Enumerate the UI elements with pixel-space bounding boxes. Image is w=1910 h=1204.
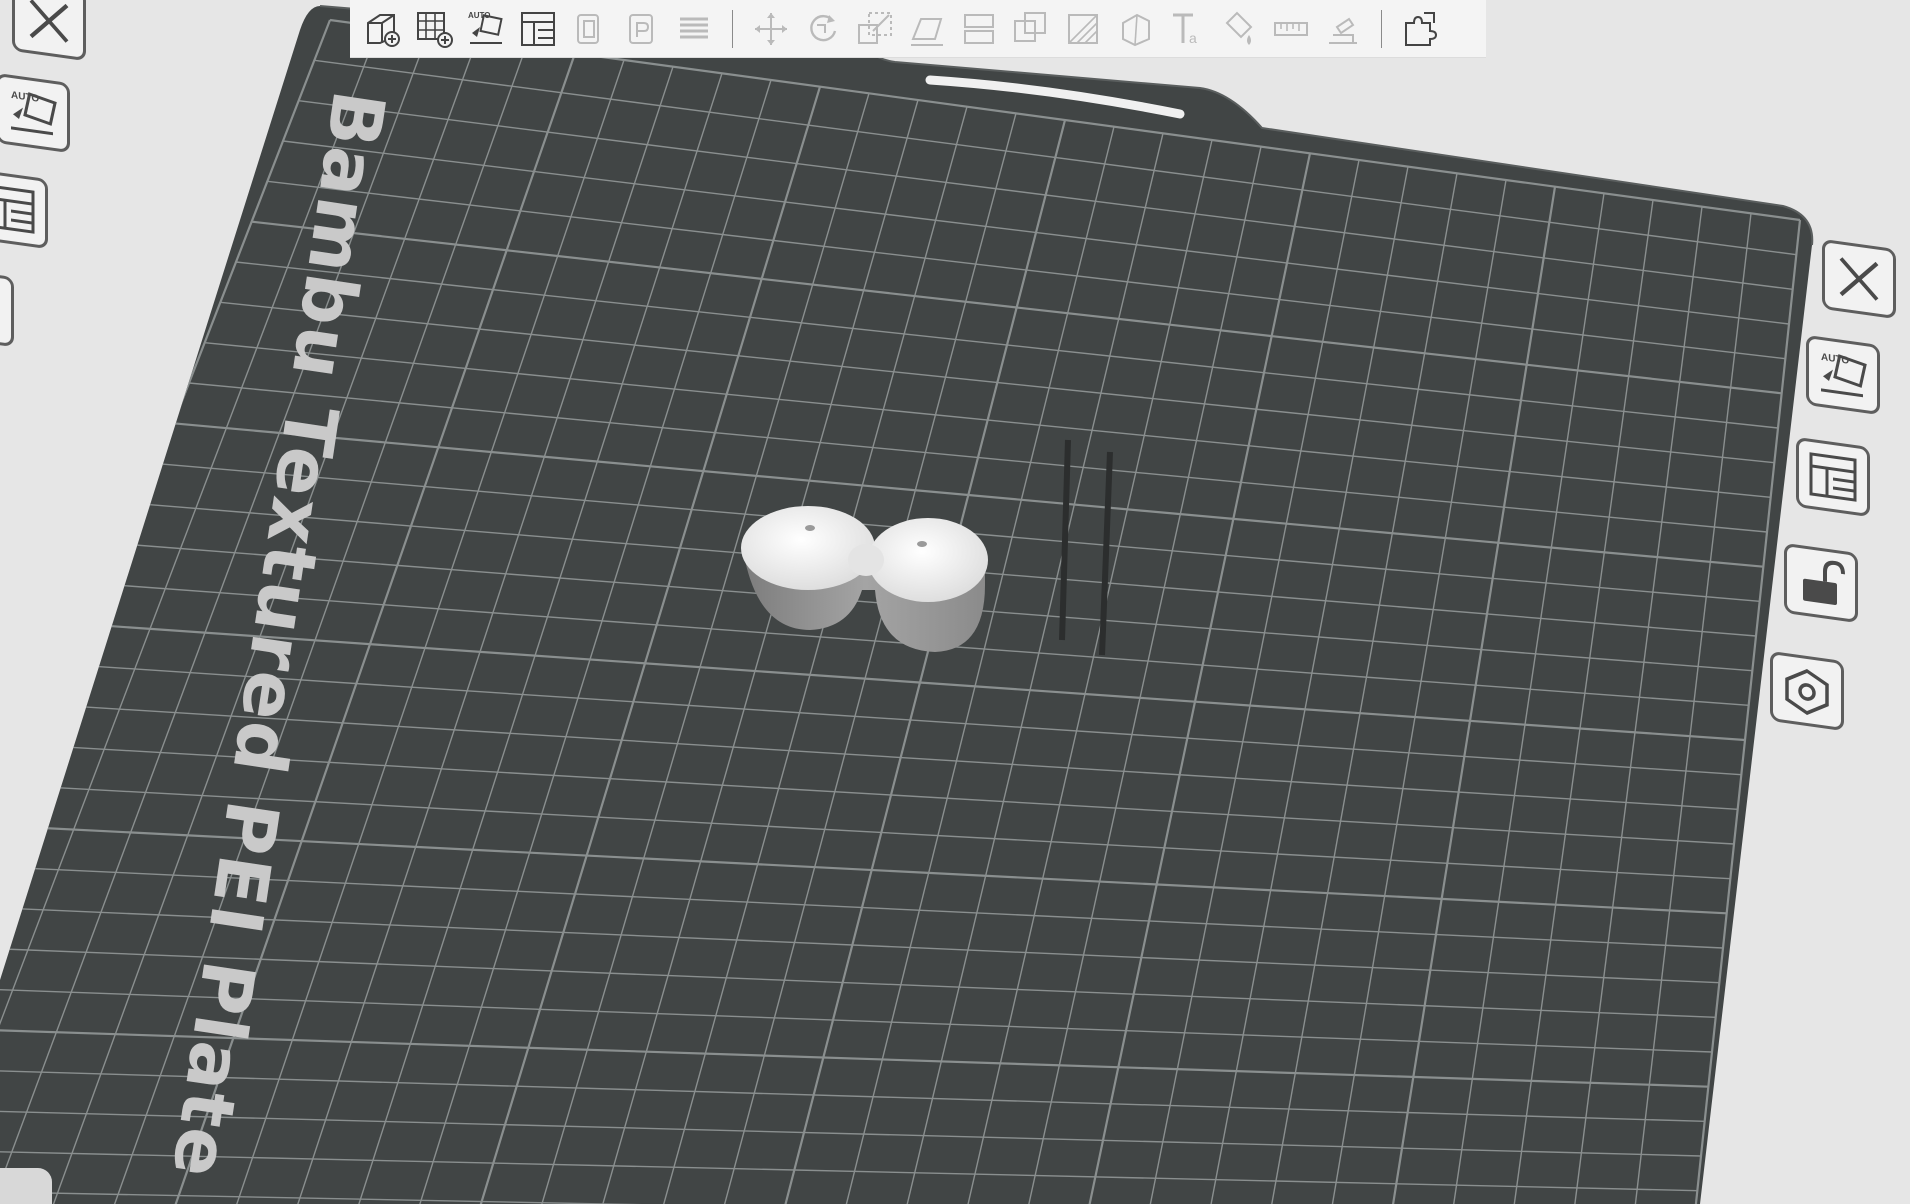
text-button[interactable]: a [1165,7,1209,51]
3d-viewport[interactable]: Bambu Textured PEI Plate AUTO a AUTO AUT… [0,0,1910,1204]
text-icon: a [1173,13,1197,46]
explode-button[interactable] [1398,7,1442,51]
cut-button[interactable] [957,7,1001,51]
auto-arrange-icon: AUTO [11,90,57,136]
lay-on-face-icon [911,17,943,46]
corner-panel-tab[interactable] [0,1168,52,1204]
add-cube-button[interactable] [360,7,404,51]
unlock-icon [1803,560,1845,605]
toolbar-separator [1381,9,1382,48]
layers-button[interactable] [672,7,716,51]
arrange-layout-button[interactable] [1796,436,1870,518]
arrange-layout-icon [1809,452,1857,502]
close-icon [29,0,69,43]
paste-icon [629,13,653,44]
auto-arrange-icon: AUTO [1821,352,1867,398]
seam-paint-button[interactable] [1113,7,1157,51]
top-toolbar: AUTO a [350,0,1486,58]
add-cube-icon [367,13,400,47]
paste-button[interactable] [620,7,664,51]
cut-icon [964,13,994,44]
close-icon [1839,257,1879,301]
lock-plate-button[interactable] [1784,542,1858,624]
color-paint-icon [1225,11,1253,45]
support-paint-button[interactable] [1061,7,1105,51]
arrange-layout-icon [0,184,35,234]
copy-icon [577,13,599,44]
svg-text:a: a [1189,30,1197,46]
move-button[interactable] [749,7,793,51]
arrange-button[interactable] [516,7,560,51]
rotate-icon [810,14,837,41]
auto-arrange-plate-button[interactable]: AUTO [1806,334,1880,416]
auto-arrange-plate-button-left[interactable]: AUTO [0,72,70,154]
color-paint-button[interactable] [1217,7,1261,51]
plate-settings-button[interactable] [1770,650,1844,732]
add-plate-icon [417,11,453,48]
move-icon [755,12,787,45]
arrange-icon [521,11,555,46]
auto-orient-icon: AUTO [468,11,503,44]
arrange-layout-button-left[interactable] [0,168,48,250]
support-paint-icon [1068,13,1098,44]
delete-plate-button[interactable] [1822,238,1896,320]
explode-icon [1405,11,1438,46]
toolbar-separator [732,9,733,48]
boolean-icon [1014,11,1046,42]
add-plate-button[interactable] [412,7,456,51]
lay-on-face-button[interactable] [905,7,949,51]
auto-orient-button[interactable]: AUTO [464,7,508,51]
assembly-button[interactable] [1321,7,1365,51]
rotate-button[interactable] [801,7,845,51]
layers-icon [680,17,708,38]
unlock-icon [0,277,5,337]
seam-paint-icon [1122,13,1150,46]
scale-button[interactable] [853,7,897,51]
settings-hex-icon [1785,669,1829,715]
copy-button[interactable] [568,7,612,51]
boolean-button[interactable] [1009,7,1053,51]
assembly-icon [1329,17,1357,44]
delete-plate-button-left[interactable] [12,0,86,62]
scale-icon [858,11,892,44]
measure-button[interactable] [1269,7,1313,51]
build-plate-scene[interactable]: Bambu Textured PEI Plate [0,0,1910,1204]
measure-icon [1274,21,1308,36]
